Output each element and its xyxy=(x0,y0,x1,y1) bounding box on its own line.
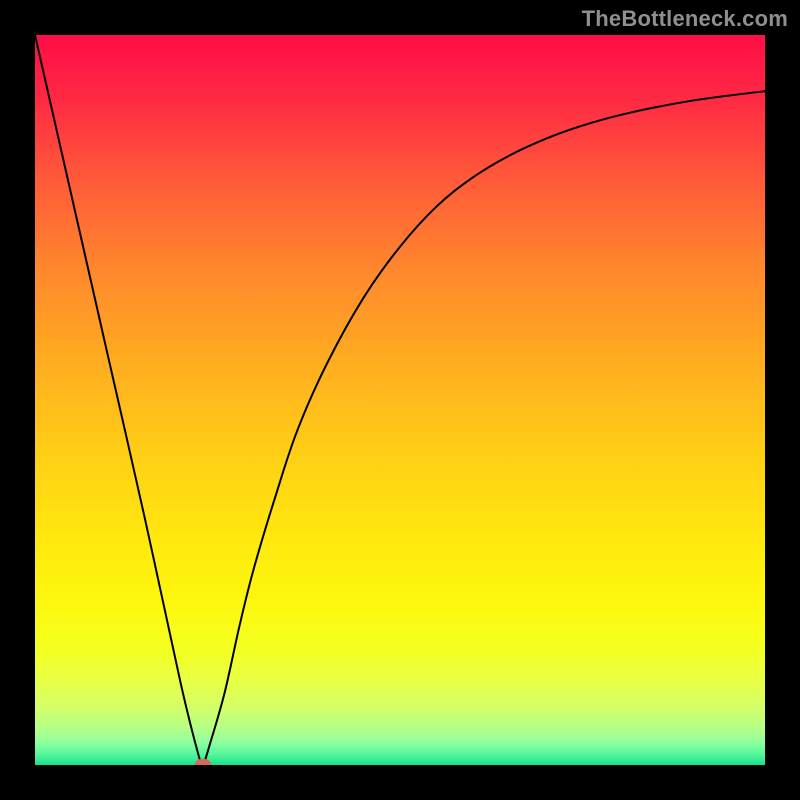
plot-area xyxy=(35,35,765,765)
optimal-point-marker xyxy=(195,759,211,765)
chart-frame: TheBottleneck.com xyxy=(0,0,800,800)
bottleneck-curve xyxy=(35,35,765,765)
watermark-text: TheBottleneck.com xyxy=(582,6,788,32)
